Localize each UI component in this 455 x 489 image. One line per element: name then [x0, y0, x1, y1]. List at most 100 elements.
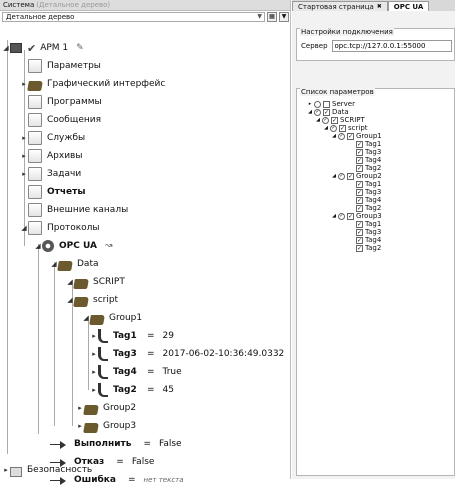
- tree-item-protocols[interactable]: ◢ Протоколы: [20, 219, 100, 237]
- param-item-tag[interactable]: ✓ Tag2: [356, 204, 381, 212]
- checkbox[interactable]: ✓: [356, 244, 363, 252]
- tree-item-reports[interactable]: Отчеты: [20, 183, 86, 201]
- tab-opc-ua[interactable]: OPC UA: [387, 1, 430, 11]
- param-item-tag[interactable]: ✓ Tag4: [356, 156, 381, 164]
- param-item-tag[interactable]: ✓ Tag3: [356, 148, 381, 156]
- checkbox[interactable]: ✓: [356, 156, 363, 164]
- tree-item-opc-ua[interactable]: ◢ OPC UA ↝: [34, 237, 113, 255]
- expand-icon[interactable]: ▸: [90, 368, 98, 376]
- tree-item-tag[interactable]: ▸ Tag3 = 2017-06-02-10:36:49.0332: [90, 345, 284, 363]
- tree-view-button[interactable]: ▦: [267, 12, 277, 22]
- checkbox[interactable]: ✓: [356, 220, 363, 228]
- param-item-tag[interactable]: ✓ Tag3: [356, 188, 381, 196]
- collapse-icon[interactable]: ◢: [331, 173, 337, 179]
- tree-item-archives[interactable]: ▸ Архивы: [20, 147, 82, 165]
- param-item-tag[interactable]: ✓ Tag2: [356, 164, 381, 172]
- tree-item-tag[interactable]: ▸ Tag1 = 29: [90, 327, 174, 345]
- radio-button[interactable]: [314, 100, 321, 108]
- radio-button[interactable]: ✓: [338, 172, 345, 180]
- tree-item-security[interactable]: ▸ Безопасность: [2, 461, 92, 479]
- tree-item-tasks[interactable]: ▸ Задачи: [20, 165, 81, 183]
- tree-item-tag[interactable]: ▸ Tag2 = 45: [90, 381, 174, 399]
- checkbox[interactable]: ✓: [339, 124, 346, 132]
- expand-icon[interactable]: ▸: [90, 386, 98, 394]
- checkbox[interactable]: ✓: [356, 236, 363, 244]
- radio-button[interactable]: ✓: [338, 132, 345, 140]
- tree-item-group3[interactable]: ▸ Group3: [76, 417, 136, 435]
- tree-item-execute[interactable]: Выполнить = False: [50, 435, 182, 453]
- view-select[interactable]: Детальное дерево ▼: [2, 12, 265, 22]
- collapse-icon[interactable]: ◢: [315, 117, 321, 123]
- param-item-tag[interactable]: ✓ Tag2: [356, 244, 381, 252]
- tree-item-parameters[interactable]: Параметры: [20, 57, 101, 75]
- checkbox[interactable]: ✓: [356, 228, 363, 236]
- param-item-script-upper[interactable]: ◢ ✓ ✓ SCRIPT: [315, 116, 365, 124]
- tree-item-arm[interactable]: ◢ ✔ АРМ 1 ✎: [2, 39, 84, 57]
- tree-item-messages[interactable]: Сообщения: [20, 111, 101, 129]
- param-label: Tag2: [365, 204, 382, 212]
- radio-button[interactable]: ✓: [322, 116, 329, 124]
- checkbox[interactable]: ✓: [323, 108, 330, 116]
- expand-icon[interactable]: ▸: [20, 152, 28, 160]
- collapse-icon[interactable]: ◢: [331, 133, 337, 139]
- checkbox[interactable]: ✓: [356, 148, 363, 156]
- tree-line: [88, 316, 89, 390]
- tree-item-script-upper[interactable]: ◢ SCRIPT: [66, 273, 125, 291]
- param-item-tag[interactable]: ✓ Tag4: [356, 236, 381, 244]
- tree-item-tag[interactable]: ▸ Tag4 = True: [90, 363, 182, 381]
- tree-item-group1[interactable]: ◢ Group1: [82, 309, 142, 327]
- collapse-icon[interactable]: ◢: [20, 224, 28, 232]
- checkbox[interactable]: ✓: [356, 204, 363, 212]
- collapse-icon[interactable]: ◢: [323, 125, 329, 131]
- expand-icon[interactable]: ▸: [307, 101, 313, 107]
- param-item-group[interactable]: ◢ ✓ ✓ Group2: [331, 172, 382, 180]
- server-input[interactable]: [331, 40, 452, 52]
- radio-button[interactable]: ✓: [314, 108, 321, 116]
- param-item-tag[interactable]: ✓ Tag1: [356, 140, 381, 148]
- tree-item-data[interactable]: ◢ Data: [50, 255, 99, 273]
- param-item-group[interactable]: ◢ ✓ ✓ Group1: [331, 132, 382, 140]
- checkbox[interactable]: ✓: [356, 188, 363, 196]
- expand-icon[interactable]: ▸: [20, 170, 28, 178]
- gear-icon: [42, 240, 54, 252]
- checkbox[interactable]: ✓: [331, 116, 338, 124]
- param-item-tag[interactable]: ✓ Tag3: [356, 228, 381, 236]
- gear-page-icon: [28, 131, 42, 145]
- param-item-server[interactable]: ▸ Server: [307, 100, 355, 108]
- radio-button[interactable]: ✓: [338, 212, 345, 220]
- param-item-script-lower[interactable]: ◢ ✓ ✓ script: [323, 124, 367, 132]
- edit-pencil-icon[interactable]: ✎: [76, 43, 84, 53]
- param-item-tag[interactable]: ✓ Tag4: [356, 196, 381, 204]
- tree-item-gui[interactable]: ▸ Графический интерфейс: [20, 75, 165, 93]
- param-item-tag[interactable]: ✓ Tag1: [356, 180, 381, 188]
- param-item-tag[interactable]: ✓ Tag1: [356, 220, 381, 228]
- collapse-icon[interactable]: ◢: [34, 242, 42, 250]
- close-icon[interactable]: ✖: [377, 3, 382, 10]
- checkbox[interactable]: [323, 100, 330, 108]
- tree-item-group2[interactable]: ▸ Group2: [76, 399, 136, 417]
- collapse-icon[interactable]: ◢: [331, 213, 337, 219]
- tree-item-external-channels[interactable]: Внешние каналы: [20, 201, 128, 219]
- checkbox[interactable]: ✓: [347, 172, 354, 180]
- checkbox[interactable]: ✓: [347, 132, 354, 140]
- checkbox[interactable]: ✓: [356, 180, 363, 188]
- tree-item-script-lower[interactable]: ◢ script: [66, 291, 118, 309]
- filter-button[interactable]: ▼: [279, 12, 289, 22]
- expand-icon[interactable]: ▸: [20, 134, 28, 142]
- expand-icon[interactable]: ▸: [90, 332, 98, 340]
- radio-button[interactable]: ✓: [330, 124, 337, 132]
- tag-icon: [98, 365, 108, 379]
- expand-icon[interactable]: ▸: [90, 350, 98, 358]
- tree-item-services[interactable]: ▸ Службы: [20, 129, 85, 147]
- tab-start-page[interactable]: Стартовая страница ✖: [292, 1, 388, 11]
- tree-item-programs[interactable]: Программы: [20, 93, 102, 111]
- param-item-group[interactable]: ◢ ✓ ✓ Group3: [331, 212, 382, 220]
- checkbox[interactable]: ✓: [347, 212, 354, 220]
- checkbox[interactable]: ✓: [356, 196, 363, 204]
- checkbox[interactable]: ✓: [356, 164, 363, 172]
- collapse-icon[interactable]: ◢: [307, 109, 313, 115]
- checkbox[interactable]: ✓: [356, 140, 363, 148]
- param-item-data[interactable]: ◢ ✓ ✓ Data: [307, 108, 349, 116]
- expand-icon[interactable]: ▸: [2, 466, 10, 474]
- expand-icon[interactable]: ◢: [2, 44, 10, 52]
